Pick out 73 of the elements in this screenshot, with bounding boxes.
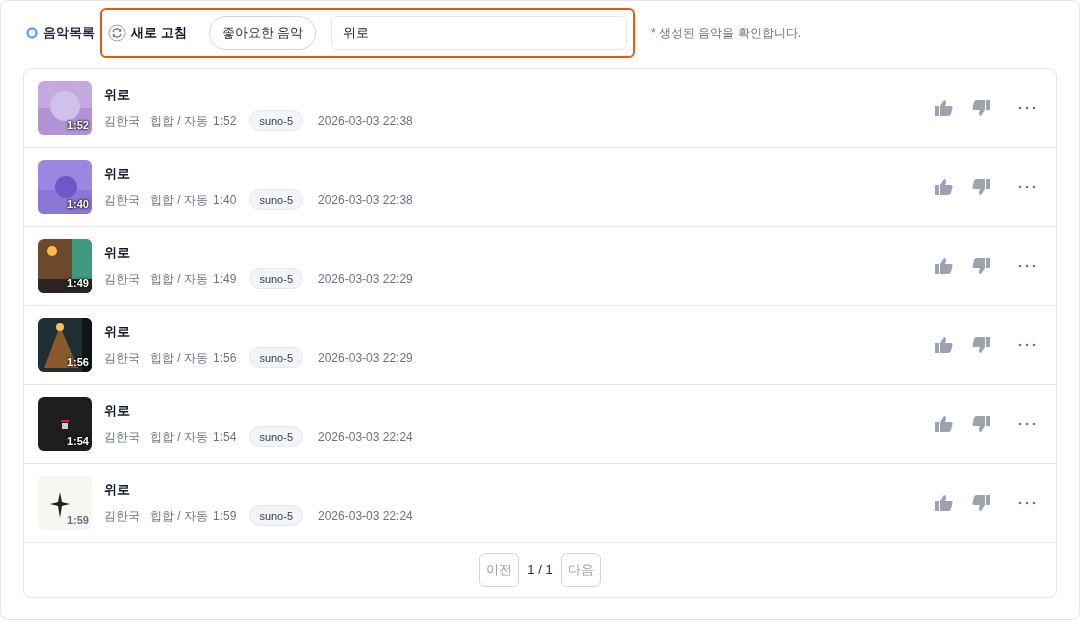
duration-label: 1:59 [66,512,89,528]
section-label: 음악목록 [43,23,95,42]
thumbs-up-icon[interactable] [935,258,953,274]
duration-label: 1:40 [66,196,89,212]
song-length: 1:59 [213,507,237,525]
duration-label: 1:56 [66,354,89,370]
song-row[interactable]: 1:52 위로 김한국 힙합 / 자동 1:52 suno-5 2026-03-03 22:38 [24,69,1056,148]
refresh-icon [108,23,126,42]
thumbs-up-icon[interactable] [935,179,953,195]
model-tag: suno-5 [249,268,303,290]
model-tag: suno-5 [249,426,303,448]
created-date: 2026-03-03 22:29 [318,270,413,288]
duration-label: 1:49 [66,275,89,291]
more-icon[interactable] [1018,264,1036,268]
song-title: 위로 [104,322,131,341]
song-length: 1:40 [213,191,237,209]
created-date: 2026-03-03 22:24 [318,428,413,446]
artist-name: 김한국 [104,191,140,209]
more-icon[interactable] [1018,106,1036,110]
genre-text: 힙합 / 자동 [150,270,208,288]
song-row[interactable]: 1:59 위로 김한국 힙합 / 자동 1:59 suno-5 2026-03-03 22:24 [24,464,1056,543]
genre-text: 힙합 / 자동 [150,428,208,446]
more-icon[interactable] [1018,501,1036,505]
created-date: 2026-03-03 22:38 [318,112,413,130]
thumbs-up-icon[interactable] [935,100,953,116]
song-title: 위로 [104,85,131,104]
more-icon[interactable] [1018,343,1036,347]
artist-name: 김한국 [104,112,140,130]
model-tag: suno-5 [249,110,303,132]
song-row[interactable]: 1:40 위로 김한국 힙합 / 자동 1:40 suno-5 2026-03-03 22:38 [24,148,1056,227]
refresh-button[interactable]: 새로 고침 [108,22,187,43]
thumbs-up-icon[interactable] [935,416,953,432]
thumbs-down-icon[interactable] [972,495,990,511]
song-length: 1:52 [213,112,237,130]
thumbs-down-icon[interactable] [972,258,990,274]
model-tag: suno-5 [249,347,303,369]
model-tag: suno-5 [249,189,303,211]
thumbs-down-icon[interactable] [972,416,990,432]
song-row[interactable]: 1:56 위로 김한국 힙합 / 자동 1:56 suno-5 2026-03-03 22:29 [24,306,1056,385]
duration-label: 1:54 [66,433,89,449]
circle-icon [26,26,38,39]
artist-name: 김한국 [104,349,140,367]
song-row[interactable]: 1:49 위로 김한국 힙합 / 자동 1:49 suno-5 2026-03-03 22:29 [24,227,1056,306]
created-date: 2026-03-03 22:38 [318,191,413,209]
song-title: 위로 [104,243,131,262]
more-icon[interactable] [1018,185,1036,189]
hint-text: * 생성된 음악을 확인합니다. [651,24,801,42]
thumbs-up-icon[interactable] [935,337,953,353]
genre-text: 힙합 / 자동 [150,191,208,209]
duration-label: 1:52 [66,117,89,133]
artist-name: 김한국 [104,270,140,288]
song-title: 위로 [104,164,131,183]
song-length: 1:56 [213,349,237,367]
search-field[interactable]: 위로 [331,15,627,50]
created-date: 2026-03-03 22:29 [318,349,413,367]
thumbs-down-icon[interactable] [972,100,990,116]
genre-text: 힙합 / 자동 [150,507,208,525]
song-title: 위로 [104,480,131,499]
thumbs-up-icon[interactable] [935,495,953,511]
artist-name: 김한국 [104,428,140,446]
song-length: 1:49 [213,270,237,288]
thumbs-down-icon[interactable] [972,337,990,353]
genre-text: 힙합 / 자동 [150,112,208,130]
created-date: 2026-03-03 22:24 [318,507,413,525]
song-title: 위로 [104,401,131,420]
page-indicator: 1 / 1 [527,561,553,580]
genre-text: 힙합 / 자동 [150,349,208,367]
song-length: 1:54 [213,428,237,446]
model-tag: suno-5 [249,505,303,527]
more-icon[interactable] [1018,422,1036,426]
artist-name: 김한국 [104,507,140,525]
song-row[interactable]: 1:54 위로 김한국 힙합 / 자동 1:54 suno-5 2026-03-03 22:24 [24,385,1056,464]
thumbs-down-icon[interactable] [972,179,990,195]
